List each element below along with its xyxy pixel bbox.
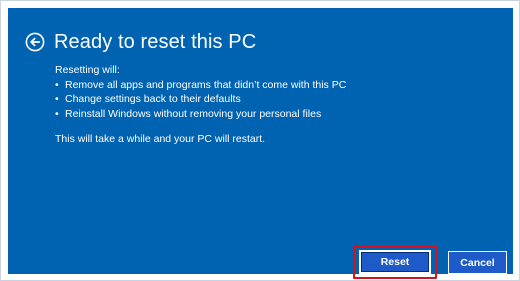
intro-text: Resetting will: xyxy=(55,64,120,76)
reset-effects-list: Remove all apps and programs that didn’t… xyxy=(55,78,346,122)
window-frame: Ready to reset this PC Resetting will: R… xyxy=(0,0,520,281)
page-title: Ready to reset this PC xyxy=(54,30,257,53)
list-item: Change settings back to their defaults xyxy=(55,92,346,107)
list-item: Reinstall Windows without removing your … xyxy=(55,107,346,122)
back-arrow-circle-icon[interactable] xyxy=(24,31,46,53)
reset-description: Resetting will: Remove all apps and prog… xyxy=(55,63,346,147)
restart-note: This will take a while and your PC will … xyxy=(55,133,266,145)
cancel-button[interactable]: Cancel xyxy=(448,251,507,274)
reset-dialog: Ready to reset this PC Resetting will: R… xyxy=(8,8,513,279)
reset-button[interactable]: Reset xyxy=(359,250,431,274)
list-item: Remove all apps and programs that didn’t… xyxy=(55,78,346,93)
title-row: Ready to reset this PC xyxy=(24,28,256,56)
